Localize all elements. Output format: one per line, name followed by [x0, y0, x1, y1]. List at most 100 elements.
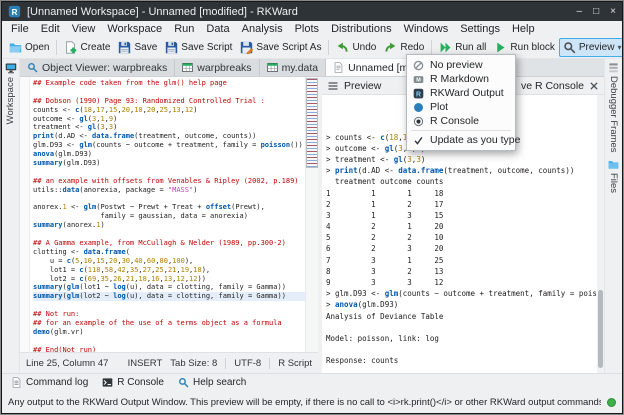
save-script-as-button[interactable]: Save Script As: [236, 38, 325, 57]
menu-help[interactable]: Help: [506, 22, 541, 36]
code-line[interactable]: demo(glm.vr): [33, 328, 305, 337]
menu-data[interactable]: Data: [200, 22, 235, 36]
tool-button-r-console[interactable]: R Console: [96, 376, 170, 389]
tab-label: Object Viewer: warpbreaks: [42, 62, 167, 74]
tool-label: Debugger Frames: [608, 76, 619, 153]
code-line[interactable]: [33, 230, 305, 239]
menubar: FileEditViewWorkspaceRunDataAnalysisPlot…: [2, 21, 622, 37]
code-line[interactable]: ## Example code taken from the glm() hel…: [33, 79, 305, 88]
tool-button-help-search[interactable]: Help search: [172, 376, 252, 389]
tab-warpbreaks[interactable]: warpbreaks: [175, 59, 259, 76]
menu-plots[interactable]: Plots: [289, 22, 325, 36]
tool-button-command-log[interactable]: Command log: [5, 376, 94, 389]
code-line[interactable]: treatment <- gl(3,3): [33, 123, 305, 132]
preview-menu-icon[interactable]: [327, 80, 339, 92]
tool-button-workspace[interactable]: Workspace: [5, 62, 17, 124]
svg-text:R: R: [416, 91, 421, 98]
no-preview-icon: [413, 60, 424, 71]
code-line[interactable]: ## Not run:: [33, 310, 305, 319]
code-line[interactable]: [33, 195, 305, 204]
save-icon: [118, 41, 131, 54]
code-line[interactable]: [33, 88, 305, 97]
menu-run[interactable]: Run: [168, 22, 200, 36]
menu-edit[interactable]: Edit: [35, 22, 66, 36]
tab-object-viewer-warpbreaks[interactable]: Object Viewer: warpbreaks: [20, 59, 175, 76]
menu-view[interactable]: View: [66, 22, 102, 36]
main-area: Workspace Object Viewer: warpbreaks warpb…: [2, 59, 622, 373]
menu-item-r-console[interactable]: R Console: [407, 114, 515, 128]
menu-item-plot[interactable]: Plot: [407, 100, 515, 114]
code-line[interactable]: [33, 337, 305, 346]
code-line[interactable]: clotting <- data.frame(: [33, 248, 305, 257]
code-line[interactable]: [33, 301, 305, 310]
tab-my-data[interactable]: my.data: [260, 59, 327, 76]
script-editor[interactable]: ## Example code taken from the glm() hel…: [30, 77, 305, 352]
code-line[interactable]: summary(glm.D93): [33, 159, 305, 168]
dropdown-arrow-icon: ▾: [617, 43, 621, 52]
tool-button-debugger-frames[interactable]: Debugger Frames: [608, 62, 619, 153]
menu-settings[interactable]: Settings: [454, 22, 506, 36]
input-mode[interactable]: INSERT: [128, 358, 163, 369]
rkward-output-icon: R: [413, 88, 424, 99]
code-line[interactable]: utils::data(anorexia, package = "MASS"): [33, 186, 305, 195]
minimize-button[interactable]: –: [577, 7, 583, 17]
maximize-button[interactable]: □: [593, 7, 599, 17]
encoding[interactable]: UTF-8: [234, 358, 261, 369]
tool-button-files[interactable]: Files: [608, 159, 619, 193]
console-scrollbar[interactable]: [597, 95, 604, 373]
code-line[interactable]: anova(glm.D93): [33, 150, 305, 159]
menu-item-rkward-output[interactable]: RRKWard Output: [407, 86, 515, 100]
run-all-icon: [439, 41, 452, 54]
status-bar: Any output to the RKWard Output Window. …: [2, 391, 622, 413]
menu-analysis[interactable]: Analysis: [236, 22, 289, 36]
create-button[interactable]: Create: [60, 38, 114, 57]
code-line[interactable]: lot2 = c(69,35,26,21,18,16,13,12,12)): [33, 275, 305, 284]
menu-workspace[interactable]: Workspace: [101, 22, 168, 36]
code-line[interactable]: ## for an example of the use of a terms …: [33, 319, 305, 328]
console-scrollbar-thumb[interactable]: [598, 290, 603, 368]
code-line[interactable]: [33, 168, 305, 177]
editor-minimap-scrollbar[interactable]: [305, 77, 318, 352]
code-line[interactable]: u = c(5,10,15,20,30,40,60,80,100),: [33, 257, 305, 266]
code-line[interactable]: print(d.AD <- data.frame(treatment, outc…: [33, 132, 305, 141]
code-line[interactable]: ## A Gamma example, from McCullagh & Nel…: [33, 239, 305, 248]
button-label: Save: [134, 42, 157, 53]
code-line[interactable]: outcome <- gl(3,1,9): [33, 115, 305, 124]
code-line[interactable]: ## an example with offsets from Venables…: [33, 177, 305, 186]
console-line: 1 1 1 18: [326, 188, 595, 199]
menu-distributions[interactable]: Distributions: [325, 22, 398, 36]
button-label: Create: [80, 42, 110, 53]
highlight-mode[interactable]: R Script: [278, 358, 312, 369]
code-line[interactable]: lot1 = c(118,58,42,35,27,25,21,19,18),: [33, 266, 305, 275]
tab-label: my.data: [282, 62, 319, 74]
code-line[interactable]: summary(anorex.1): [33, 221, 305, 230]
save-button[interactable]: Save: [114, 38, 161, 57]
menu-windows[interactable]: Windows: [398, 22, 455, 36]
code-line[interactable]: glm.D93 <- glm(counts ~ outcome + treatm…: [33, 141, 305, 150]
code-line[interactable]: anorex.1 <- glm(Postwt ~ Prewt + Treat +…: [33, 203, 305, 212]
close-preview-icon[interactable]: [589, 81, 599, 91]
tab-size[interactable]: Tab Size: 8: [170, 358, 217, 369]
undo-button[interactable]: Undo: [332, 38, 380, 57]
radio-selected-icon: [413, 116, 424, 127]
button-label: Command log: [26, 377, 88, 388]
menu-item-update-as-you-type[interactable]: Update as you type: [407, 133, 515, 147]
open-button[interactable]: Open: [5, 38, 53, 57]
menu-item-label: R Console: [430, 115, 479, 127]
close-button[interactable]: ×: [610, 7, 616, 17]
button-label: Open: [25, 42, 49, 53]
svg-text:M: M: [416, 77, 421, 83]
window-controls: – □ ×: [577, 7, 616, 17]
code-line[interactable]: ## Dobson (1990) Page 93: Randomized Con…: [33, 97, 305, 106]
preview-title-right: ve R Console: [521, 80, 584, 92]
code-line[interactable]: summary(glm(lot1 ~ log(u), data = clotti…: [33, 283, 305, 292]
console-line: 5 2 2 10: [326, 232, 595, 243]
menu-item-no-preview[interactable]: No preview: [407, 58, 515, 72]
code-line[interactable]: summary(glm(lot2 ~ log(u), data = clotti…: [33, 292, 305, 301]
code-line[interactable]: family = gaussian, data = anorexia): [33, 212, 305, 221]
menu-item-r-markdown[interactable]: MR Markdown: [407, 72, 515, 86]
preview-button[interactable]: Preview▾: [559, 38, 622, 57]
menu-file[interactable]: File: [5, 22, 35, 36]
save-script-button[interactable]: Save Script: [161, 38, 236, 57]
code-line[interactable]: counts <- c(18,17,15,20,10,20,25,13,12): [33, 106, 305, 115]
